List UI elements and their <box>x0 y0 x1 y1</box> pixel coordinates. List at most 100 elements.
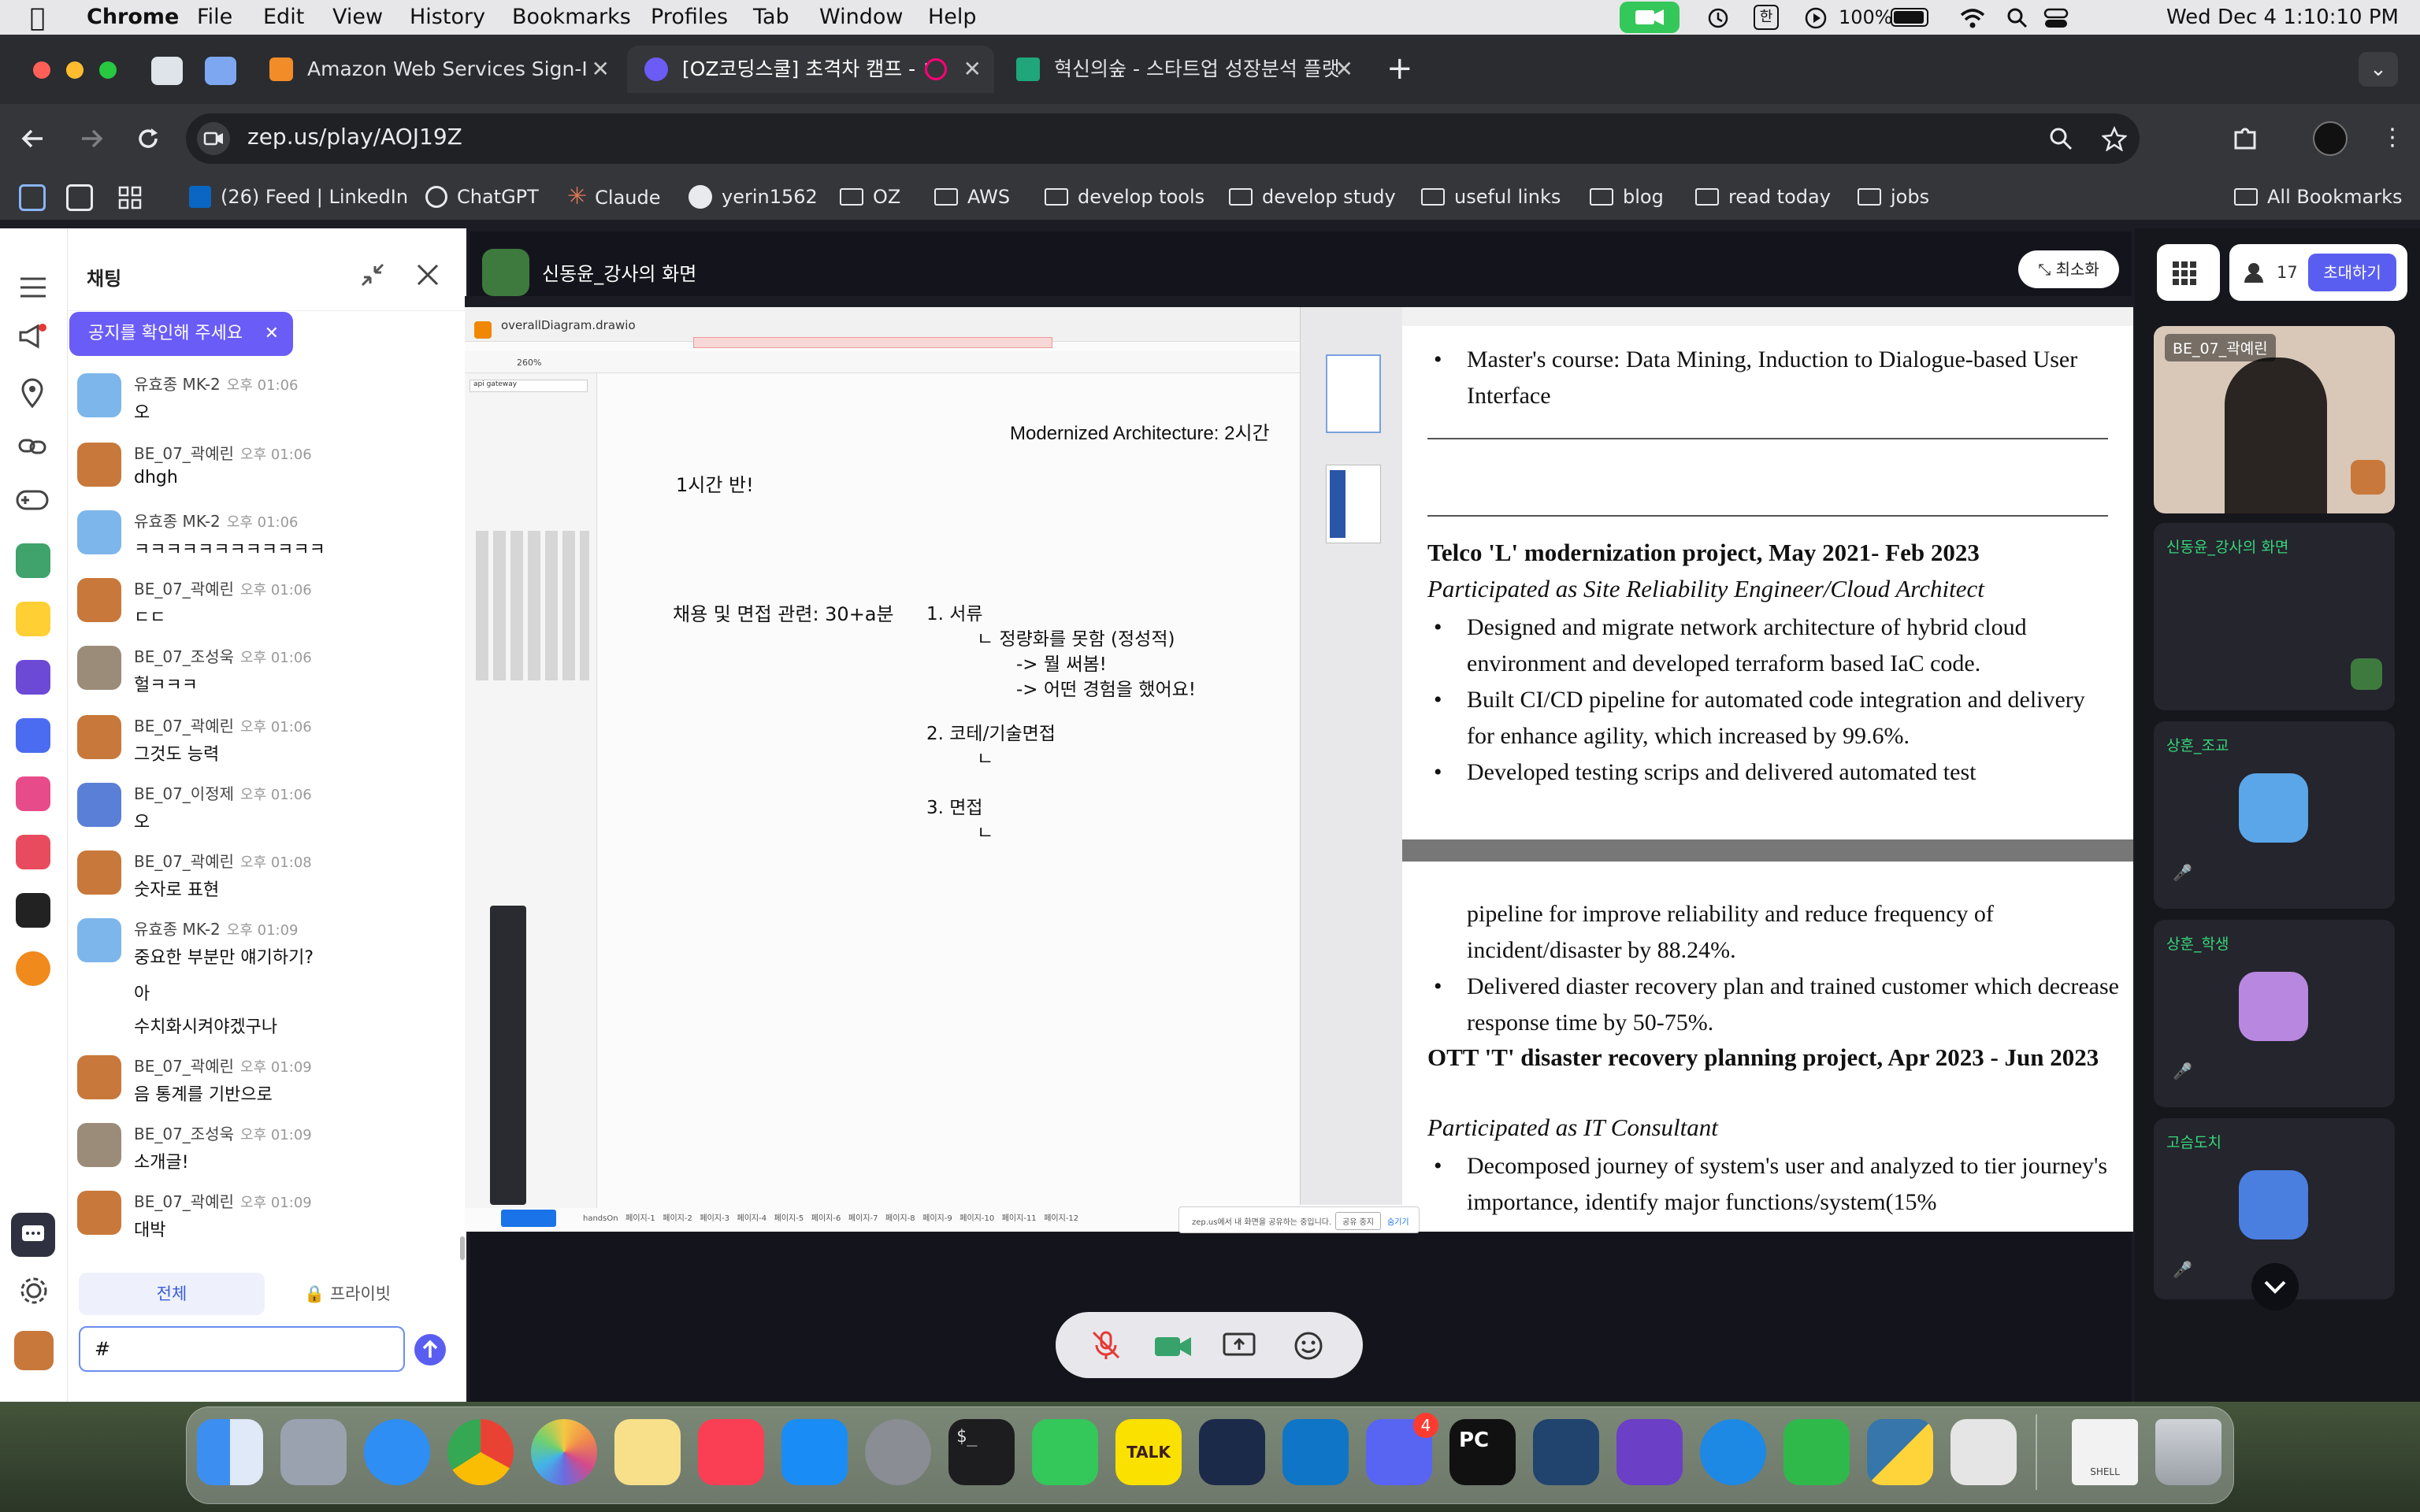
safari-icon[interactable] <box>364 1419 430 1485</box>
time-machine-icon[interactable] <box>1706 6 1730 30</box>
shape-grid[interactable] <box>471 531 589 680</box>
tab-aws[interactable]: Amazon Web Services Sign-I ✕ <box>252 46 622 93</box>
extensions-icon[interactable] <box>2231 124 2259 153</box>
tab-private[interactable]: 🔒 프라이빗 <box>304 1273 391 1315</box>
menu-tab[interactable]: Tab <box>753 0 789 35</box>
app-icon-1[interactable] <box>16 543 50 578</box>
scroll-down-button[interactable] <box>2251 1263 2299 1310</box>
location-pin-icon[interactable] <box>19 378 46 408</box>
zoom-level[interactable]: 260% <box>517 358 541 368</box>
minimize-button[interactable]: ⤡ 최소화 <box>2018 250 2119 288</box>
location-app-icon[interactable] <box>1700 1419 1766 1485</box>
launchpad-icon[interactable] <box>280 1419 347 1485</box>
tab-close-icon[interactable]: ✕ <box>1335 46 1353 93</box>
magic-wand-icon[interactable] <box>16 835 50 869</box>
chrome-icon[interactable] <box>447 1419 514 1485</box>
menu-bookmarks[interactable]: Bookmarks <box>512 0 631 35</box>
send-icon[interactable] <box>414 1334 446 1366</box>
camera-status-icon[interactable] <box>1620 2 1680 33</box>
obsidian-icon[interactable] <box>1616 1419 1683 1485</box>
photos-icon[interactable] <box>531 1419 597 1485</box>
input-source-icon[interactable]: 한 <box>1754 5 1779 30</box>
bookmark-folder-develop-study[interactable]: develop study <box>1229 173 1396 220</box>
bookmark-folder-blog[interactable]: blog <box>1590 173 1664 220</box>
swap-app-icon[interactable] <box>16 893 50 928</box>
participant-tile[interactable]: 신동윤_강사의 화면 <box>2154 523 2395 710</box>
clock[interactable]: Wed Dec 4 1:10:10 PM <box>2166 0 2399 35</box>
spotlight-search-icon[interactable] <box>2006 6 2029 30</box>
all-bookmarks[interactable]: All Bookmarks <box>2234 173 2402 220</box>
shape-search[interactable]: api gateway <box>470 380 588 392</box>
pumpkin-icon[interactable] <box>16 951 50 986</box>
apps-grid-icon[interactable] <box>118 186 142 209</box>
trash-icon[interactable] <box>2155 1419 2221 1485</box>
people-icon[interactable] <box>2244 261 2267 284</box>
tab-all[interactable]: 전체 <box>79 1273 265 1315</box>
chrome-menu-icon[interactable]: ⋮ <box>2381 126 2404 150</box>
link-icon[interactable] <box>17 433 47 460</box>
window-close-button[interactable] <box>33 61 50 79</box>
wifi-icon[interactable] <box>1958 6 1987 30</box>
control-center-icon[interactable] <box>2042 6 2070 30</box>
window-zoom-button[interactable] <box>99 61 117 79</box>
tab-search-button[interactable]: ⌄ <box>2359 52 2398 87</box>
stop-sharing-button[interactable]: 공유 중지 <box>1335 1212 1381 1230</box>
pdf-thumb-1[interactable] <box>1326 354 1381 433</box>
bookmark-linkedin[interactable]: (26) Feed | LinkedIn <box>189 173 408 220</box>
url-text[interactable]: zep.us/play/AOJ19Z <box>247 124 462 150</box>
app-icon-2[interactable] <box>16 602 50 636</box>
mic-muted-icon[interactable] <box>1090 1329 1122 1361</box>
bookmark-folder-read-today[interactable]: read today <box>1695 173 1831 220</box>
shell-document-icon[interactable]: SHELL <box>2072 1419 2138 1485</box>
my-avatar[interactable] <box>14 1331 54 1370</box>
hide-notice-button[interactable]: 숨기기 <box>1387 1215 1409 1227</box>
bookmark-folder-aws[interactable]: AWS <box>934 173 1010 220</box>
participant-tile[interactable]: 상훈_학생 🎤 <box>2154 920 2395 1107</box>
bookmark-github[interactable]: yerin1562 <box>689 173 818 220</box>
pinned-tab-1[interactable] <box>151 57 183 85</box>
chat-scrollbar[interactable] <box>460 1236 465 1260</box>
pycharm-icon[interactable]: PC <box>1449 1419 1516 1485</box>
bookmark-claude[interactable]: ✳ Claude <box>567 173 660 220</box>
pdf-thumb-2[interactable] <box>1326 465 1381 543</box>
all-app-icon[interactable] <box>16 718 50 753</box>
participant-tile[interactable]: 상훈_조교 🎤 <box>2154 721 2395 909</box>
system-settings-icon[interactable] <box>865 1419 931 1485</box>
window-minimize-button[interactable] <box>66 61 84 79</box>
profile-avatar[interactable] <box>2313 121 2348 156</box>
announcement-icon[interactable] <box>17 323 49 350</box>
poll-icon[interactable] <box>16 776 50 811</box>
menu-help[interactable]: Help <box>928 0 977 35</box>
reading-list-icon[interactable] <box>66 184 93 211</box>
chat-input[interactable]: # <box>79 1326 405 1372</box>
chat-toggle-icon[interactable] <box>11 1213 55 1257</box>
emoji-icon[interactable] <box>1294 1331 1323 1361</box>
now-playing-icon[interactable] <box>1804 6 1828 30</box>
tab-innoforest[interactable]: 혁신의숲 - 스타트업 성장분석 플랫 ✕ <box>999 46 1366 93</box>
python-launcher-icon[interactable] <box>1867 1419 1933 1485</box>
tab-zep[interactable]: [OZ코딩스쿨] 초격차 캠프 - ㅂ ✕ <box>627 46 994 93</box>
menu-app-name[interactable]: Chrome <box>87 0 179 35</box>
bookmark-folder-jobs[interactable]: jobs <box>1858 173 1929 220</box>
gamepad-icon[interactable] <box>16 488 49 512</box>
invite-button[interactable]: 초대하기 <box>2308 254 2396 291</box>
menu-edit[interactable]: Edit <box>263 0 304 35</box>
bookmark-folder-useful-links[interactable]: useful links <box>1421 173 1561 220</box>
address-bar[interactable]: zep.us/play/AOJ19Z <box>186 113 2140 164</box>
reload-icon[interactable] <box>135 126 161 151</box>
terminal-icon[interactable]: $_ <box>948 1419 1015 1485</box>
kakaotalk-icon[interactable]: TALK <box>1115 1419 1182 1485</box>
facetime-icon[interactable] <box>1032 1419 1098 1485</box>
screen-share-icon[interactable] <box>1223 1332 1256 1361</box>
settings-gear-icon[interactable] <box>19 1276 49 1306</box>
tab-group-icon[interactable] <box>19 184 46 211</box>
drawing-toolbox[interactable] <box>490 906 526 1205</box>
hamburger-menu-icon[interactable] <box>19 276 47 299</box>
music-icon[interactable] <box>698 1419 764 1485</box>
mysql-workbench-icon[interactable] <box>1533 1419 1599 1485</box>
notice-banner[interactable]: 공지를 확인해 주세요 ✕ <box>69 312 293 356</box>
tab-close-icon[interactable]: ✕ <box>963 46 982 93</box>
back-icon[interactable] <box>20 126 46 151</box>
menu-window[interactable]: Window <box>819 0 903 35</box>
app-store-icon[interactable] <box>781 1419 848 1485</box>
